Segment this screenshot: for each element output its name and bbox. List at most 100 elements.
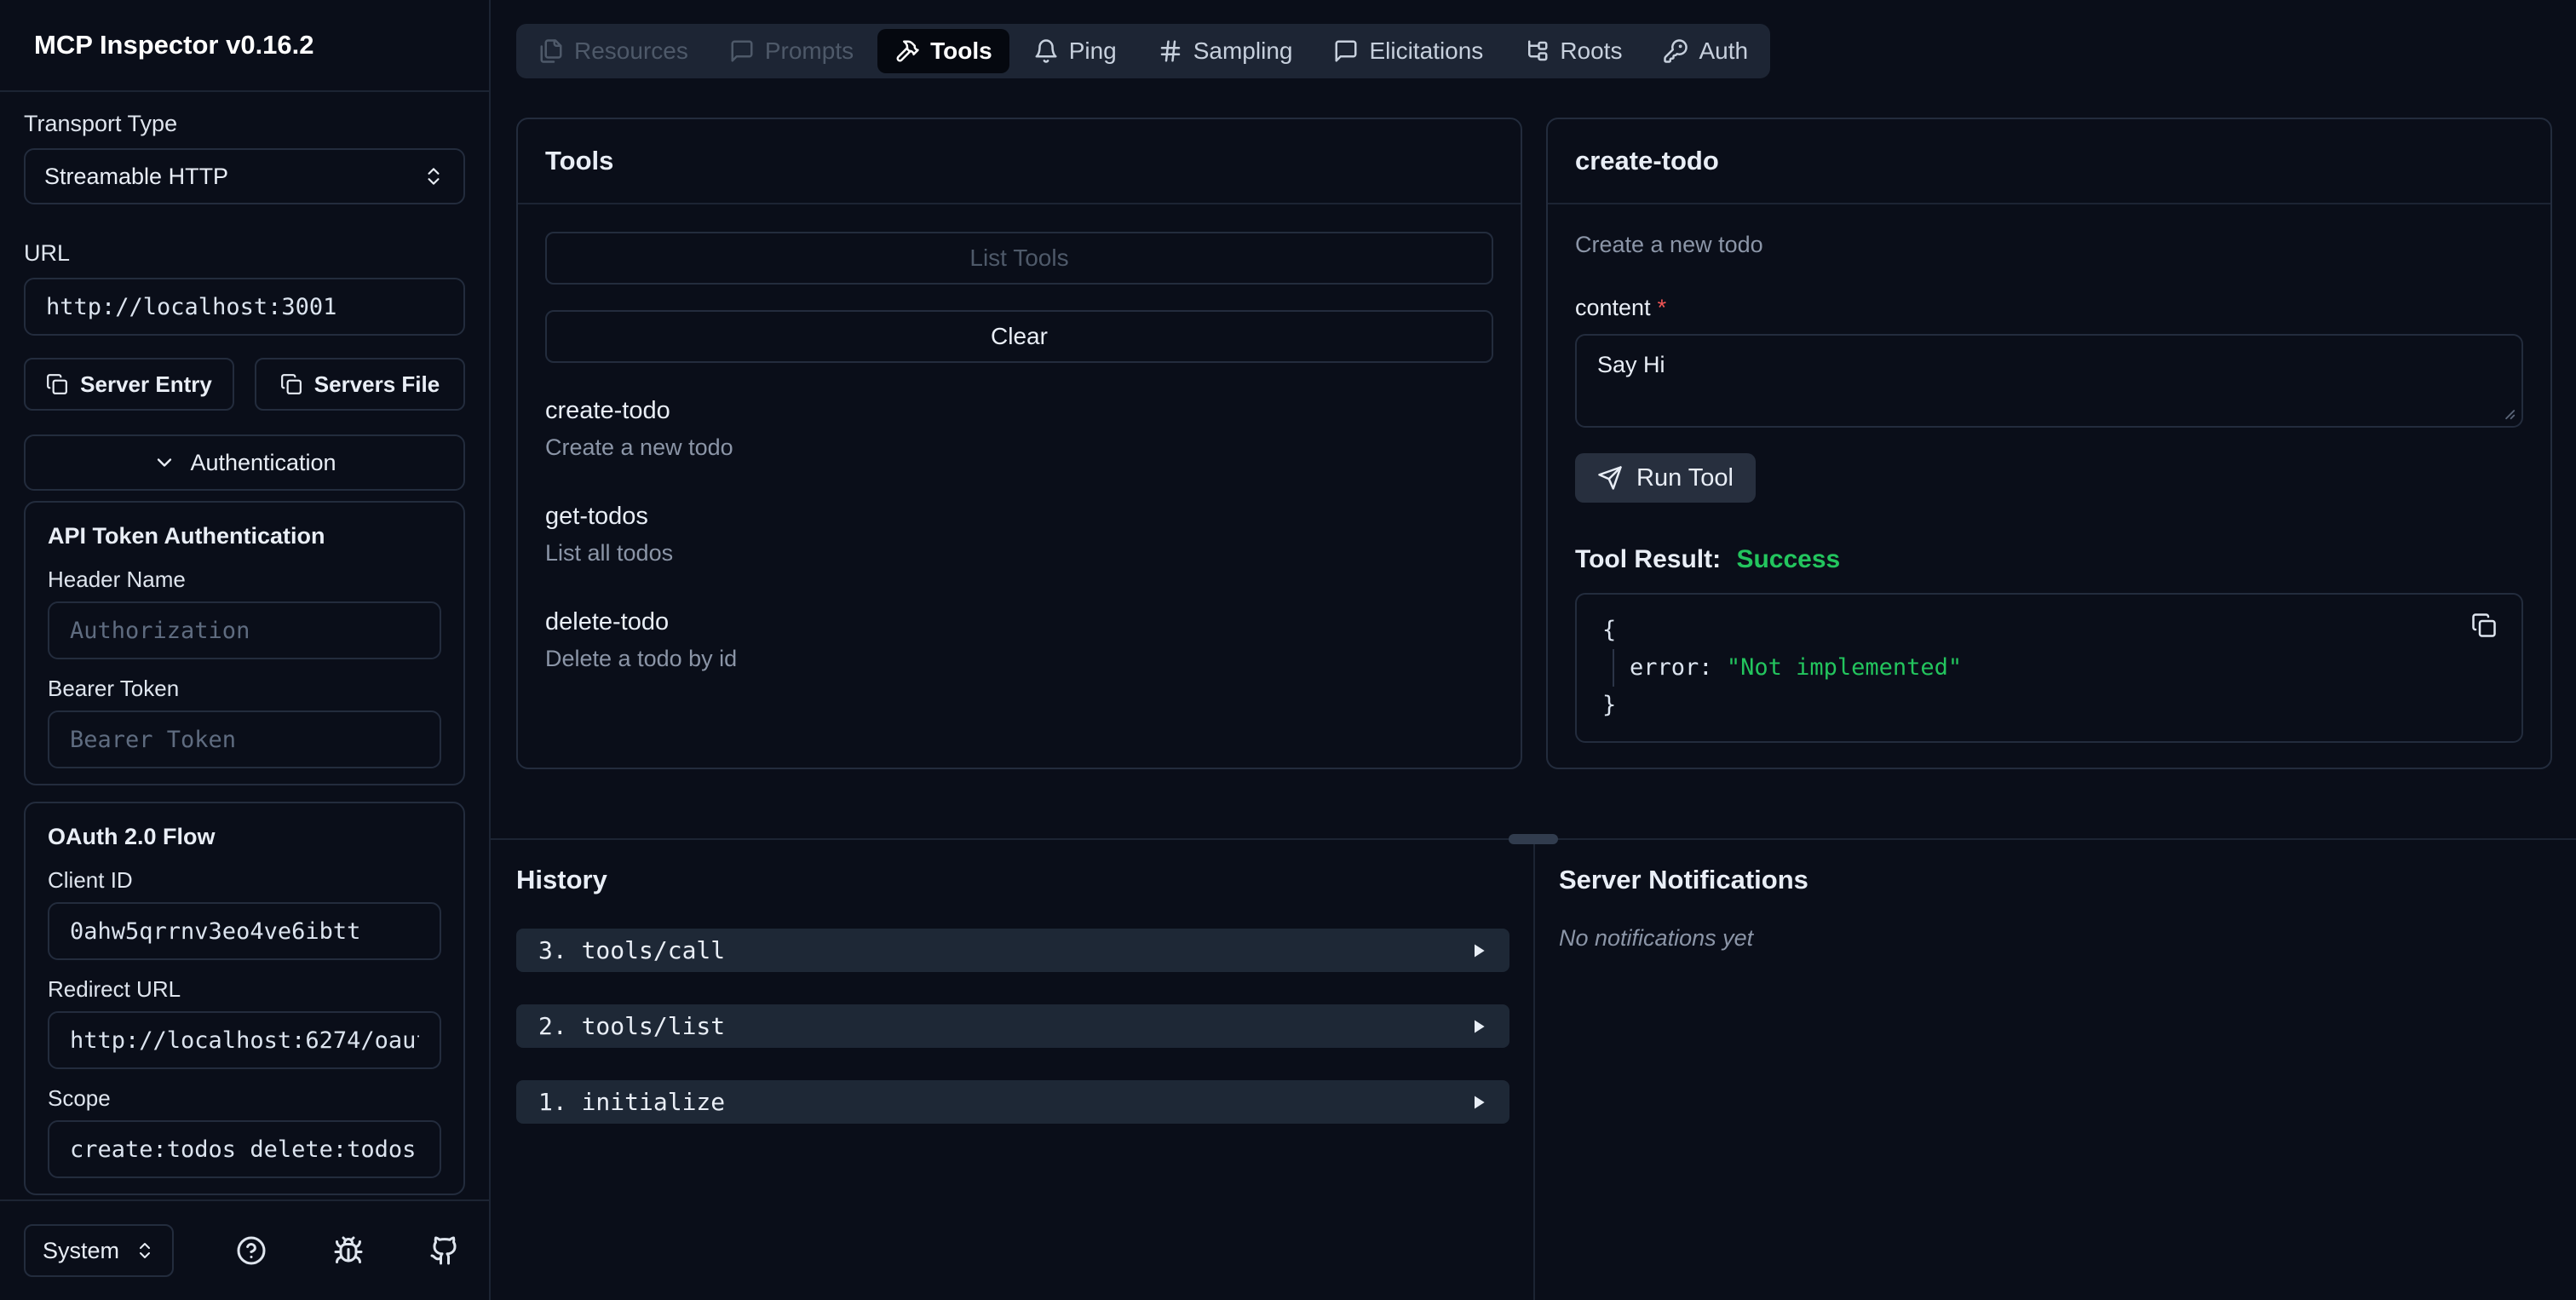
run-tool-button[interactable]: Run Tool — [1575, 453, 1756, 503]
oauth-flow-title: OAuth 2.0 Flow — [48, 824, 216, 849]
server-notifications-panel: Server Notifications No notifications ye… — [1533, 840, 2576, 1300]
redirect-url-input[interactable] — [48, 1011, 441, 1069]
tab-label: Sampling — [1193, 37, 1293, 64]
tool-item-get-todos[interactable]: get-todos List all todos — [545, 501, 1493, 567]
tool-item-delete-todo[interactable]: delete-todo Delete a todo by id — [545, 607, 1493, 673]
client-id-label: Client ID — [48, 867, 133, 893]
authentication-toggle[interactable]: Authentication — [24, 434, 465, 491]
tab-label: Resources — [574, 37, 688, 64]
copy-buttons-row: Server Entry Servers File — [24, 358, 465, 411]
theme-select[interactable]: System — [24, 1224, 175, 1277]
help-icon — [237, 1236, 266, 1265]
history-panel: History 3. tools/call 2. tools/list 1. i… — [491, 840, 1533, 1300]
tab-auth[interactable]: Auth — [1646, 29, 1765, 73]
expand-play-icon — [1475, 1020, 1485, 1033]
oauth-flow-card: OAuth 2.0 Flow Client ID Redirect URL Sc… — [24, 802, 465, 1195]
tab-bar: Resources Prompts Tools Ping Sampling El… — [516, 24, 1771, 78]
sidebar-body: Transport Type Streamable HTTP URL Serve… — [0, 92, 489, 1199]
debug-button[interactable] — [330, 1232, 367, 1269]
json-close-brace: } — [1602, 692, 1617, 718]
sidebar-header: MCP Inspector v0.16.2 — [0, 0, 489, 92]
copy-icon — [2472, 613, 2496, 637]
history-item[interactable]: 2. tools/list — [516, 1004, 1509, 1048]
header-name-input[interactable] — [48, 601, 441, 659]
history-item[interactable]: 3. tools/call — [516, 929, 1509, 972]
github-icon — [430, 1236, 457, 1265]
header-name-label: Header Name — [48, 567, 186, 592]
history-item-label: 2. tools/list — [538, 1012, 726, 1040]
send-icon — [1598, 466, 1622, 490]
tool-result-status: Success — [1736, 545, 1841, 573]
chevrons-up-down-icon — [428, 168, 440, 185]
splitter-handle[interactable] — [1509, 834, 1558, 844]
tab-sampling[interactable]: Sampling — [1141, 29, 1310, 73]
json-key: error: — [1630, 654, 1713, 681]
tab-prompts[interactable]: Prompts — [712, 29, 871, 73]
transport-type-label: Transport Type — [24, 111, 178, 136]
hash-icon — [1160, 40, 1180, 62]
tool-name: delete-todo — [545, 608, 670, 636]
servers-file-label: Servers File — [313, 371, 440, 397]
json-open-brace: { — [1602, 617, 1617, 643]
tool-result-label: Tool Result: — [1575, 545, 1722, 573]
tab-ping[interactable]: Ping — [1016, 29, 1134, 73]
chevron-down-icon — [158, 458, 172, 467]
files-icon — [540, 39, 562, 63]
transport-type-value: Streamable HTTP — [44, 163, 229, 189]
tab-label: Elicitations — [1369, 37, 1484, 64]
tool-description: Create a new todo — [545, 434, 733, 460]
servers-file-button[interactable]: Servers File — [255, 358, 465, 411]
tool-item-create-todo[interactable]: create-todo Create a new todo — [545, 395, 1493, 462]
list-tree-icon — [1528, 40, 1548, 61]
tab-elicitations[interactable]: Elicitations — [1316, 29, 1500, 73]
no-notifications-text: No notifications yet — [1559, 925, 1754, 951]
help-button[interactable] — [233, 1232, 270, 1269]
content-field-wrap: Say Hi — [1575, 334, 2523, 428]
transport-type-select[interactable]: Streamable HTTP — [24, 148, 465, 204]
history-item[interactable]: 1. initialize — [516, 1080, 1509, 1124]
scope-input[interactable] — [48, 1120, 441, 1178]
content-field-label: content * — [1575, 293, 2523, 322]
sidebar-footer: System — [0, 1199, 489, 1300]
bell-icon — [1035, 39, 1057, 63]
run-tool-panel-header: create-todo — [1548, 119, 2550, 204]
run-tool-label: Run Tool — [1636, 463, 1734, 492]
copy-icon — [47, 374, 68, 394]
expand-play-icon — [1475, 944, 1485, 957]
tab-roots[interactable]: Roots — [1507, 29, 1639, 73]
theme-select-value: System — [43, 1237, 120, 1263]
server-entry-button[interactable]: Server Entry — [24, 358, 234, 411]
required-marker: * — [1657, 295, 1667, 320]
sidebar: MCP Inspector v0.16.2 Transport Type Str… — [0, 0, 491, 1300]
list-tools-button[interactable]: List Tools — [545, 232, 1493, 285]
message-square-icon — [731, 40, 753, 62]
history-title: History — [516, 865, 607, 894]
tool-description: List all todos — [545, 540, 674, 566]
message-square-icon — [1335, 40, 1357, 62]
bearer-token-input[interactable] — [48, 710, 441, 768]
server-entry-label: Server Entry — [80, 371, 212, 397]
tools-panel-title: Tools — [545, 146, 614, 175]
tab-tools[interactable]: Tools — [877, 29, 1009, 73]
clear-tools-button[interactable]: Clear — [545, 310, 1493, 363]
github-button[interactable] — [426, 1232, 463, 1269]
history-item-label: 1. initialize — [538, 1088, 726, 1116]
expand-play-icon — [1475, 1096, 1485, 1108]
key-icon — [1664, 39, 1688, 63]
copy-icon — [280, 374, 302, 394]
tab-label: Roots — [1560, 37, 1623, 64]
bug-icon — [334, 1236, 363, 1263]
tab-label: Tools — [930, 37, 992, 64]
client-id-input[interactable] — [48, 902, 441, 960]
run-tool-panel-title: create-todo — [1575, 146, 1719, 175]
authentication-toggle-label: Authentication — [190, 449, 336, 475]
app-title: MCP Inspector v0.16.2 — [34, 30, 314, 60]
tool-name: get-todos — [545, 503, 648, 530]
tab-row: Resources Prompts Tools Ping Sampling El… — [491, 24, 2576, 78]
url-input[interactable] — [24, 278, 465, 336]
hammer-icon — [896, 40, 919, 62]
tab-resources[interactable]: Resources — [521, 29, 705, 73]
copy-result-button[interactable] — [2469, 610, 2499, 641]
content-textarea[interactable]: Say Hi — [1575, 334, 2523, 428]
url-label: URL — [24, 240, 71, 266]
